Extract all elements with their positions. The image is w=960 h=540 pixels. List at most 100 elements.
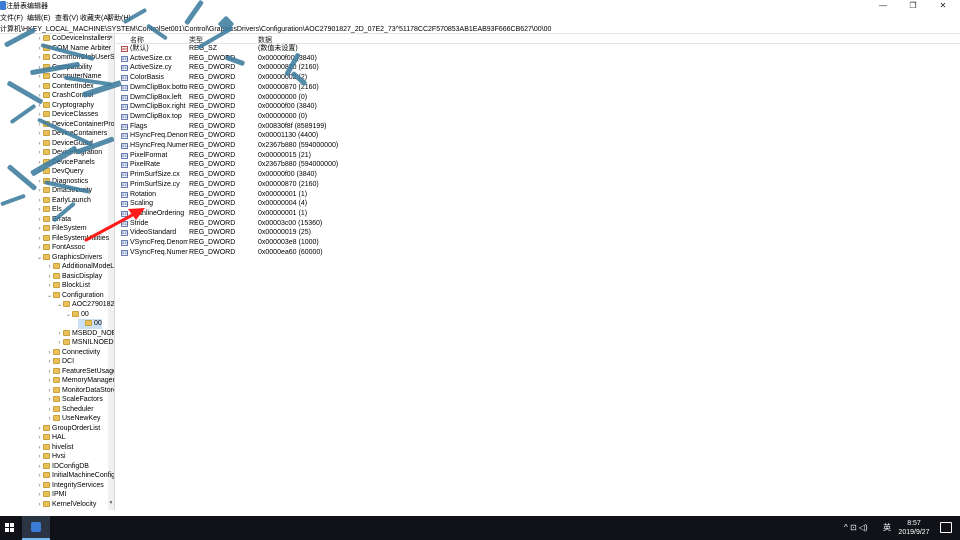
tree-item[interactable]: › Hvsi [36, 452, 66, 462]
value-data: 0x00000000 (0) [258, 112, 308, 120]
tray-icons[interactable]: ^ ⊡ ◁) [844, 516, 868, 540]
tree-item[interactable]: › InitialMachineConfig [36, 471, 115, 481]
value-row[interactable]: ab (默认) REG_SZ (数值未设置) [116, 44, 960, 54]
tree-item[interactable]: › BlockList [46, 281, 91, 291]
tree-item[interactable]: › UseNewKey [46, 414, 101, 424]
tree-item[interactable]: ›MSNILNOEDID [56, 338, 115, 348]
maximize-button[interactable]: ❐ [898, 0, 928, 12]
tree-item[interactable]: ⌄ GraphicsDrivers [36, 253, 102, 263]
value-row[interactable]: 011 PrimSurfSize.cx REG_DWORD 0x00000f00 (3… [116, 170, 960, 180]
tree-item[interactable]: › Scheduler [46, 405, 94, 415]
value-row[interactable]: 011 PrimSurfSize.cy REG_DWORD 0x00000870 (2… [116, 180, 960, 190]
taskbar-regedit-app[interactable] [22, 516, 50, 540]
value-row[interactable]: 011VSyncFreq.NumeratorREG_DWORD 0x0000ea6… [116, 248, 960, 258]
tree-item[interactable]: › DCI [46, 357, 75, 367]
value-row[interactable]: 011 DwmClipBox.bottom REG_DWORD 0x00000870 … [116, 83, 960, 93]
value-row[interactable]: 011HSyncFreq.DenominatorREG_DWORD 0x00001… [116, 131, 960, 141]
value-row[interactable]: 011 Rotation REG_DWORD 0x00000001 (1) [116, 190, 960, 200]
taskbar-clock[interactable]: 8:57 2019/9/27 [893, 519, 935, 537]
folder-icon [72, 310, 79, 317]
tree-item[interactable]: ⌄ 00 [65, 310, 89, 320]
menu-item[interactable]: 收藏夹(A) [80, 13, 110, 23]
tree-item[interactable]: › IPMI [36, 490, 67, 500]
close-button[interactable]: ✕ [928, 0, 958, 12]
ime-indicator[interactable]: 英 [883, 516, 891, 540]
folder-icon [53, 386, 60, 393]
tree-item[interactable]: › GroupOrderList [36, 424, 101, 434]
chevron-down-icon[interactable]: ⌄ [36, 254, 43, 264]
menu-item[interactable]: 文件(F) [0, 13, 23, 23]
tree-item[interactable]: › hivelist [36, 443, 74, 453]
value-name: ColorBasis [130, 74, 164, 82]
tree-item-label: DevQuery [52, 168, 84, 175]
binary-value-icon: 011 [121, 75, 129, 82]
registry-values-list[interactable]: 名称 类型 数据 ab (默认) REG_SZ (数值未设置) 011 ActiveSiz… [116, 34, 960, 510]
value-row[interactable]: 011 Flags REG_DWORD 0x00830f8f (8589199) [116, 122, 960, 132]
tree-item[interactable]: › HAL [36, 433, 66, 443]
value-type: REG_DWORD [189, 190, 236, 198]
scroll-down-icon[interactable]: ▼ [108, 500, 114, 506]
value-row[interactable]: 011 PixelFormat REG_DWORD 0x00000015 (21) [116, 151, 960, 161]
column-headers: 名称 类型 数据 [116, 34, 960, 44]
windows-start-button[interactable] [0, 516, 20, 540]
tree-item[interactable]: › Cryptography [36, 101, 95, 111]
tree-item[interactable]: › ScaleFactors [46, 395, 103, 405]
registry-key-tree[interactable]: ▲ ▼ › CoDeviceInstallers › COM Name Arbiter… [0, 34, 115, 510]
tree-item[interactable]: › IDConfigDB [36, 462, 89, 472]
folder-icon [53, 348, 60, 355]
tree-item[interactable]: › FeatureSetUsage [46, 367, 115, 377]
tree-item[interactable]: › BasicDisplay [46, 272, 103, 282]
menu-item[interactable]: 查看(V) [55, 13, 78, 23]
value-type: REG_DWORD [189, 112, 236, 120]
binary-value-icon: 011 [121, 152, 129, 159]
binary-value-icon: 011 [121, 55, 129, 62]
value-row[interactable]: 011 DwmClipBox.top REG_DWORD 0x00000000 (0) [116, 112, 960, 122]
tree-item-label: BlockList [62, 282, 91, 289]
menu-item[interactable]: 编辑(E) [27, 13, 50, 23]
tree-item[interactable]: › EarlyLaunch [36, 196, 91, 206]
notification-center-icon[interactable] [940, 522, 952, 533]
tree-item[interactable]: ›MSBDD_NOEDID [56, 329, 115, 339]
tree-item[interactable]: ⌄ AOC27901827_2D_07E2 [56, 300, 114, 311]
tree-item[interactable]: › MonitorDataStore [46, 386, 115, 396]
tree-item[interactable]: ›AdditionalModeLists [46, 262, 115, 272]
tree-item[interactable]: › FontAssoc [36, 243, 86, 253]
value-row[interactable]: 011HSyncFreq.NumeratorREG_DWORD 0x2367b88… [116, 141, 960, 151]
value-row[interactable]: 011 ColorBasis REG_DWORD 0x00000002 (2) [116, 73, 960, 83]
value-row[interactable]: 011 Scaling REG_DWORD 0x00000004 (4) [116, 199, 960, 209]
tree-item[interactable]: › FileSystemUtilities [36, 234, 110, 244]
tree-item-label: FeatureSetUsage [62, 367, 115, 375]
tree-item[interactable]: › FileSystem [36, 224, 87, 234]
value-row[interactable]: 011 Stride REG_DWORD 0x00003c00 (15360) [116, 219, 960, 229]
value-data: 0x000003e8 (1000) [258, 239, 319, 246]
value-name: PixelRate [130, 161, 160, 169]
folder-icon [43, 92, 50, 99]
tree-item[interactable]: › KernelVelocity [36, 500, 97, 511]
value-row[interactable]: 011 PixelRate REG_DWORD 0x2367b880 (5940000… [116, 160, 960, 170]
tree-item[interactable]: › IntegrityServices [36, 481, 104, 491]
value-row[interactable]: 011 ScanlineOrdering REG_DWORD 0x00000001 (… [116, 209, 960, 219]
chevron-down-icon[interactable]: ⌄ [46, 292, 53, 302]
chevron-right-icon[interactable]: › [36, 501, 43, 511]
minimize-button[interactable]: — [868, 0, 898, 12]
value-row[interactable]: 011 DwmClipBox.right REG_DWORD 0x00000f00 (… [116, 102, 960, 112]
tree-item[interactable]: › Connectivity [46, 348, 101, 358]
value-name: VideoStandard [130, 229, 177, 237]
value-row[interactable]: 011VSyncFreq.DenominatorREG_DWORD 0x00000… [116, 238, 960, 248]
chevron-down-icon[interactable]: ⌄ [56, 301, 63, 311]
windows-logo-icon [5, 523, 9, 527]
tree-item[interactable]: › ContentIndex [36, 82, 94, 92]
value-row[interactable]: 011 DwmClipBox.left REG_DWORD 0x00000000 (0… [116, 93, 960, 103]
tree-item[interactable]: › DeviceClasses [36, 110, 99, 120]
tree-item[interactable]: ⌄ Configuration [46, 291, 104, 301]
address-path[interactable]: 计算机\HKEY_LOCAL_MACHINE\SYSTEM\ControlSet… [0, 24, 551, 34]
folder-icon [43, 149, 50, 156]
value-type: REG_DWORD [189, 83, 236, 91]
value-row[interactable]: 011 VideoStandard REG_DWORD 0x00000019 (25) [116, 228, 960, 238]
tree-item[interactable]: › CoDeviceInstallers [36, 34, 111, 44]
chevron-down-icon[interactable]: ⌄ [65, 311, 72, 321]
tree-item[interactable]: › MemoryManager [46, 376, 115, 386]
tree-item-label: CoDeviceInstallers [52, 35, 111, 42]
tree-item[interactable]: 00 [78, 319, 102, 329]
address-bar[interactable]: 计算机\HKEY_LOCAL_MACHINE\SYSTEM\ControlSet… [0, 23, 960, 34]
